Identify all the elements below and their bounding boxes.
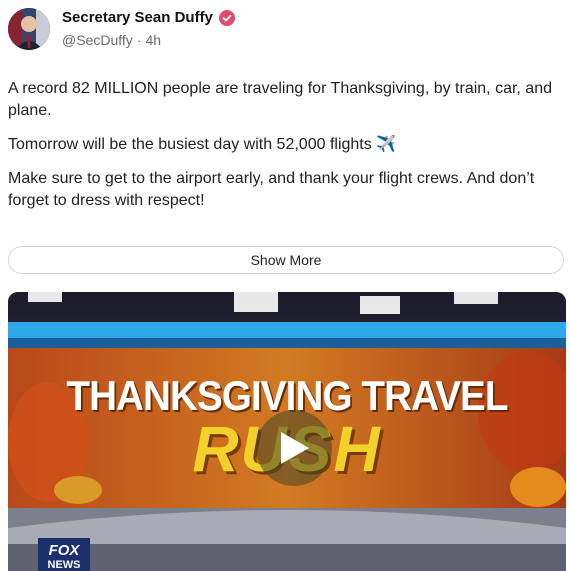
svg-text:NEWS: NEWS [48, 559, 81, 571]
author-handle[interactable]: @SecDuffy [62, 32, 133, 48]
post-body: A record 82 MILLION people are traveling… [8, 78, 558, 224]
fox-news-logo: FOX NEWS [38, 538, 90, 571]
verified-badge-icon [218, 9, 235, 26]
author-name[interactable]: Secretary Sean Duffy [62, 9, 213, 26]
post-card: Secretary Sean Duffy @SecDuffy · 4h A reco… [0, 0, 570, 571]
post-paragraph: A record 82 MILLION people are traveling… [8, 80, 552, 119]
post-paragraph: Tomorrow will be the busiest day with 52… [8, 136, 397, 153]
author-meta: @SecDuffy · 4h [62, 32, 161, 48]
svg-text:FOX: FOX [49, 542, 81, 559]
truncated-text-fade [8, 224, 558, 236]
post-paragraph: Make sure to get to the airport early, a… [8, 170, 535, 209]
author-name-line: Secretary Sean Duffy [62, 9, 235, 26]
post-timestamp[interactable]: 4h [145, 32, 161, 48]
video-player[interactable]: THANKSGIVING TRAVEL RUSH FOX NEWS [8, 292, 566, 571]
play-button[interactable] [256, 410, 332, 486]
play-icon [281, 432, 309, 464]
avatar[interactable] [8, 8, 50, 50]
meta-separator: · [136, 32, 142, 48]
show-more-button[interactable]: Show More [8, 246, 564, 274]
avatar-image [8, 8, 50, 50]
